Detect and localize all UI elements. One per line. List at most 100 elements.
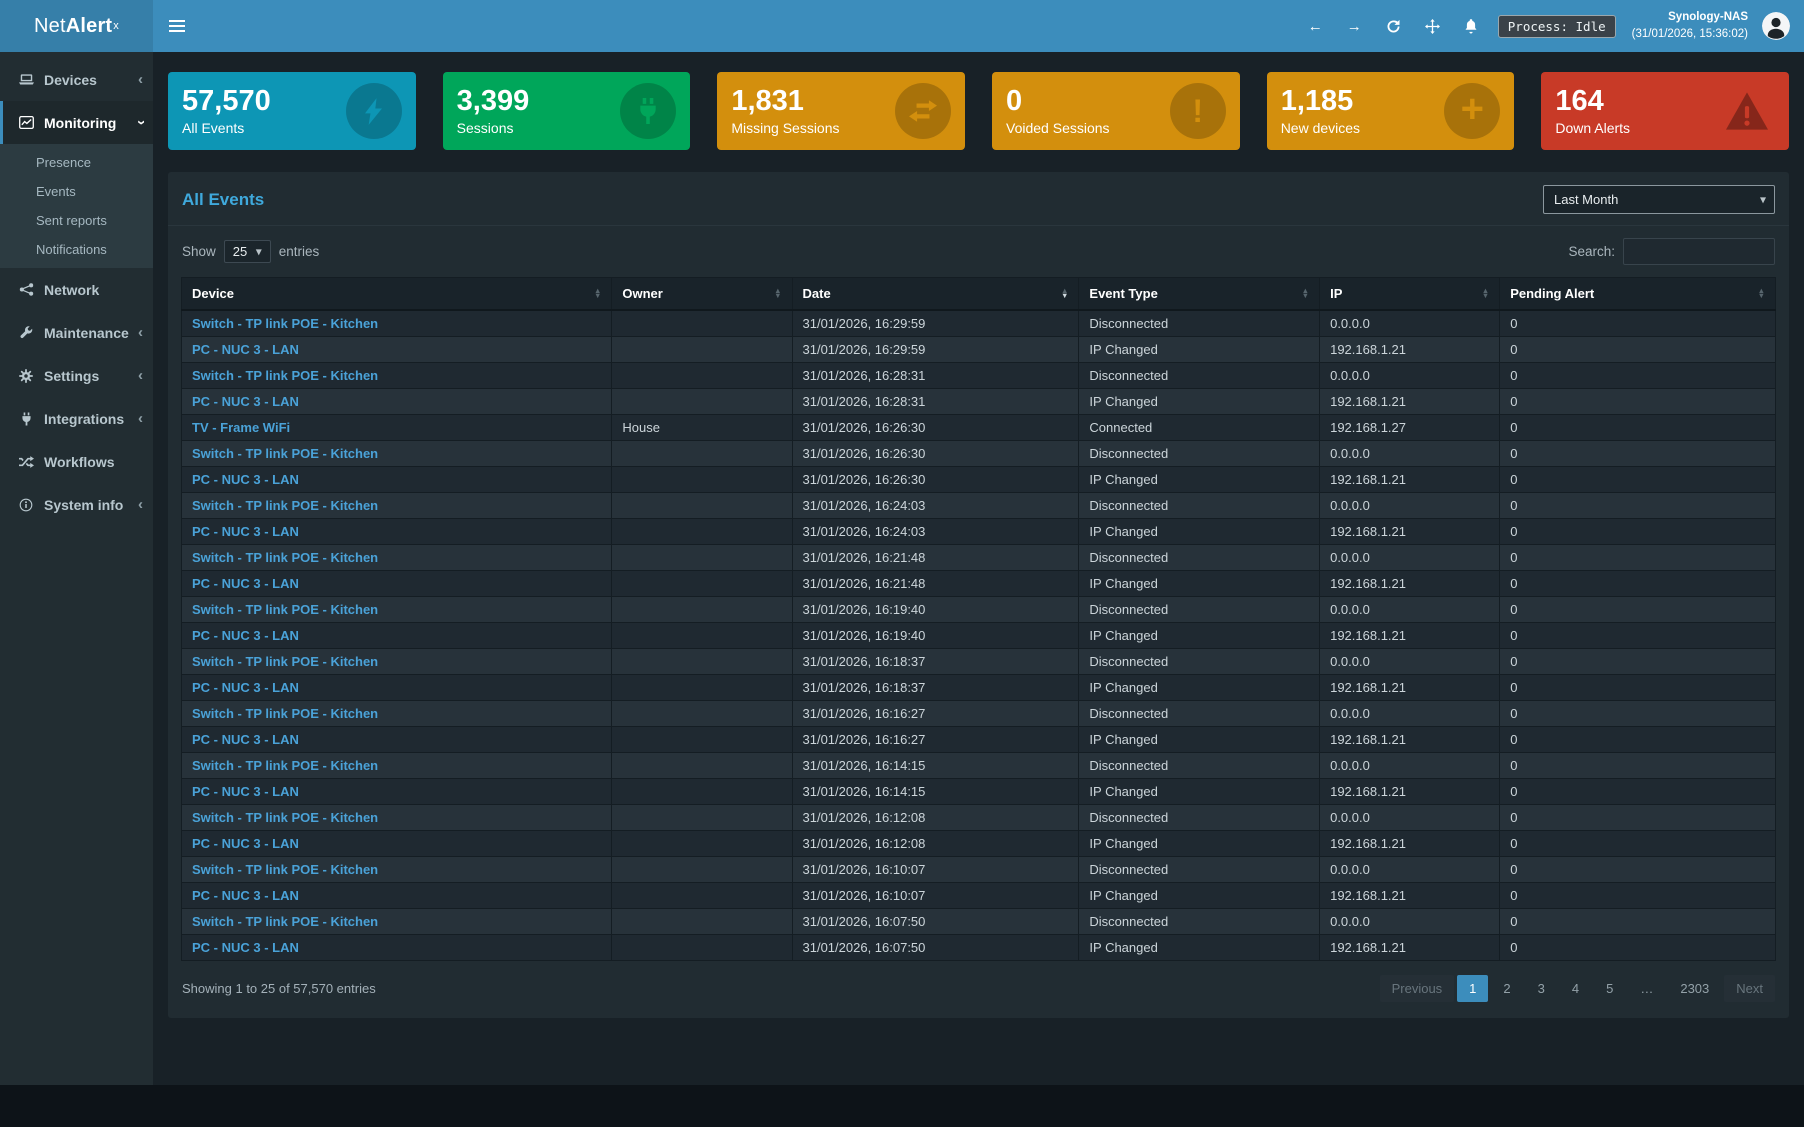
stat-card[interactable]: 1,185 New devices + [1267, 72, 1515, 150]
sidebar-item-devices[interactable]: Devices ‹ [0, 58, 153, 101]
page-length-select[interactable]: 25 [225, 241, 270, 262]
device-link[interactable]: PC - NUC 3 - LAN [192, 472, 299, 487]
pagination-button[interactable]: 4 [1560, 975, 1591, 1002]
ip-cell: 0.0.0.0 [1320, 649, 1500, 675]
submenu-item[interactable]: Notifications [0, 235, 153, 264]
pagination-button[interactable]: 3 [1526, 975, 1557, 1002]
event-type-cell: IP Changed [1079, 571, 1320, 597]
submenu-item[interactable]: Presence [0, 148, 153, 177]
stat-label: Sessions [457, 120, 530, 136]
device-link[interactable]: Switch - TP link POE - Kitchen [192, 368, 378, 383]
event-type-cell: IP Changed [1079, 519, 1320, 545]
refresh-button[interactable] [1374, 0, 1413, 52]
column-header-event-type[interactable]: Event Type▲▼ [1079, 278, 1320, 311]
device-link[interactable]: Switch - TP link POE - Kitchen [192, 602, 378, 617]
column-header-date[interactable]: Date▲▼ [792, 278, 1079, 311]
sidebar-item-system-info[interactable]: System info ‹ [0, 483, 153, 526]
device-link[interactable]: Switch - TP link POE - Kitchen [192, 810, 378, 825]
sidebar-item-workflows[interactable]: Workflows [0, 440, 153, 483]
chevron-left-icon: ‹ [138, 497, 143, 512]
device-cell: PC - NUC 3 - LAN [182, 883, 612, 909]
device-link[interactable]: PC - NUC 3 - LAN [192, 784, 299, 799]
date-cell: 31/01/2026, 16:24:03 [792, 493, 1079, 519]
device-link[interactable]: PC - NUC 3 - LAN [192, 628, 299, 643]
stat-card[interactable]: 57,570 All Events [168, 72, 416, 150]
column-header-ip[interactable]: IP▲▼ [1320, 278, 1500, 311]
device-link[interactable]: Switch - TP link POE - Kitchen [192, 498, 378, 513]
date-cell: 31/01/2026, 16:21:48 [792, 545, 1079, 571]
stat-value: 1,185 [1281, 86, 1360, 116]
pagination-button[interactable]: Next [1724, 975, 1775, 1002]
device-link[interactable]: PC - NUC 3 - LAN [192, 680, 299, 695]
stat-card[interactable]: 3,399 Sessions [443, 72, 691, 150]
search-input[interactable] [1623, 238, 1775, 265]
pending-alert-cell: 0 [1500, 441, 1776, 467]
ip-cell: 192.168.1.21 [1320, 831, 1500, 857]
submenu-item[interactable]: Sent reports [0, 206, 153, 235]
device-link[interactable]: Switch - TP link POE - Kitchen [192, 758, 378, 773]
ip-cell: 0.0.0.0 [1320, 493, 1500, 519]
ip-cell: 192.168.1.21 [1320, 623, 1500, 649]
event-type-cell: Disconnected [1079, 441, 1320, 467]
table-row: Switch - TP link POE - Kitchen 31/01/202… [182, 753, 1776, 779]
sort-icon: ▲▼ [594, 289, 601, 298]
date-cell: 31/01/2026, 16:19:40 [792, 623, 1079, 649]
device-link[interactable]: TV - Frame WiFi [192, 420, 290, 435]
user-avatar[interactable] [1762, 12, 1790, 40]
owner-cell [612, 701, 792, 727]
device-link[interactable]: Switch - TP link POE - Kitchen [192, 446, 378, 461]
stat-card-text: 1,831 Missing Sessions [731, 86, 839, 135]
sidebar-item-maintenance[interactable]: Maintenance ‹ [0, 311, 153, 354]
sidebar-item-network[interactable]: Network [0, 268, 153, 311]
device-link[interactable]: PC - NUC 3 - LAN [192, 524, 299, 539]
stat-card[interactable]: 0 Voided Sessions ! [992, 72, 1240, 150]
device-link[interactable]: Switch - TP link POE - Kitchen [192, 654, 378, 669]
device-link[interactable]: PC - NUC 3 - LAN [192, 732, 299, 747]
brand-logo[interactable]: NetAlertx [0, 0, 153, 52]
column-header-device[interactable]: Device▲▼ [182, 278, 612, 311]
forward-button[interactable]: → [1335, 0, 1374, 52]
stat-card[interactable]: 1,831 Missing Sessions [717, 72, 965, 150]
device-link[interactable]: Switch - TP link POE - Kitchen [192, 914, 378, 929]
device-link[interactable]: Switch - TP link POE - Kitchen [192, 706, 378, 721]
pagination-button[interactable]: 2 [1491, 975, 1522, 1002]
stat-cards-row: 57,570 All Events 3,399 [168, 72, 1789, 150]
device-cell: PC - NUC 3 - LAN [182, 727, 612, 753]
move-button[interactable] [1413, 0, 1452, 52]
device-link[interactable]: PC - NUC 3 - LAN [192, 940, 299, 955]
table-row: PC - NUC 3 - LAN 31/01/2026, 16:18:37 IP… [182, 675, 1776, 701]
back-button[interactable]: ← [1296, 0, 1335, 52]
device-link[interactable]: Switch - TP link POE - Kitchen [192, 316, 378, 331]
device-link[interactable]: PC - NUC 3 - LAN [192, 836, 299, 851]
hamburger-menu-button[interactable] [153, 0, 201, 52]
pagination-button[interactable]: Previous [1380, 975, 1455, 1002]
device-cell: Switch - TP link POE - Kitchen [182, 805, 612, 831]
pagination-button[interactable]: 5 [1594, 975, 1625, 1002]
chevron-left-icon: ‹ [138, 325, 143, 340]
device-link[interactable]: Switch - TP link POE - Kitchen [192, 550, 378, 565]
notifications-bell-button[interactable] [1452, 0, 1490, 52]
table-row: PC - NUC 3 - LAN 31/01/2026, 16:10:07 IP… [182, 883, 1776, 909]
stat-icon-badge [346, 83, 402, 139]
device-link[interactable]: PC - NUC 3 - LAN [192, 394, 299, 409]
device-link[interactable]: Switch - TP link POE - Kitchen [192, 862, 378, 877]
device-link[interactable]: PC - NUC 3 - LAN [192, 576, 299, 591]
device-link[interactable]: PC - NUC 3 - LAN [192, 888, 299, 903]
submenu-item[interactable]: Events [0, 177, 153, 206]
event-type-cell: Disconnected [1079, 597, 1320, 623]
pagination-button[interactable]: … [1628, 975, 1665, 1002]
column-header-pending-alert[interactable]: Pending Alert▲▼ [1500, 278, 1776, 311]
owner-cell [612, 519, 792, 545]
stat-card[interactable]: 164 Down Alerts [1541, 72, 1789, 150]
sidebar-item-monitoring[interactable]: Monitoring ‹ [0, 101, 153, 144]
pagination-button[interactable]: 2303 [1668, 975, 1721, 1002]
sidebar-item-settings[interactable]: Settings ‹ [0, 354, 153, 397]
device-link[interactable]: PC - NUC 3 - LAN [192, 342, 299, 357]
ip-cell: 192.168.1.21 [1320, 779, 1500, 805]
pagination-button[interactable]: 1 [1457, 975, 1488, 1002]
sidebar-item-integrations[interactable]: Integrations ‹ [0, 397, 153, 440]
period-select[interactable]: Last Month [1544, 186, 1645, 213]
host-time: (31/01/2026, 15:36:02) [1632, 26, 1748, 43]
pending-alert-cell: 0 [1500, 701, 1776, 727]
column-header-owner[interactable]: Owner▲▼ [612, 278, 792, 311]
